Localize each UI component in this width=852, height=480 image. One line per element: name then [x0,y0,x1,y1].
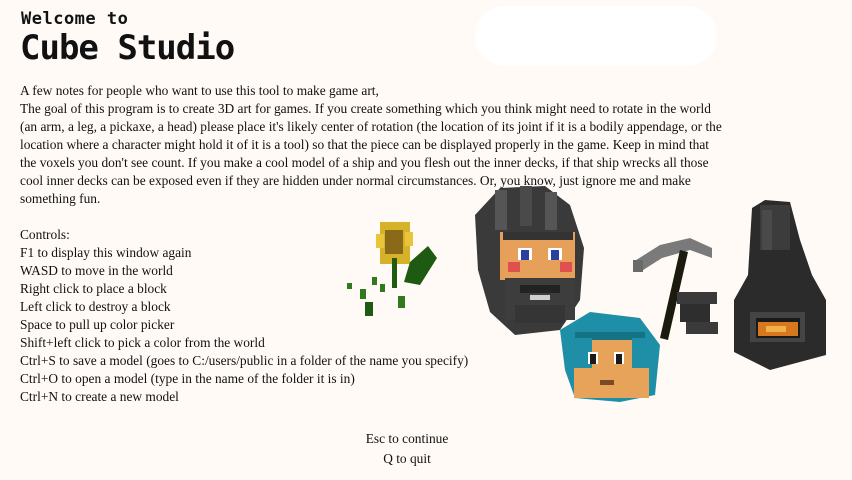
continue-hint: Esc to continue [365,431,449,446]
voxel-pickaxe-icon [633,238,718,340]
voxel-teal-hair-head-icon [560,312,660,402]
voxel-art-showcase [347,186,826,402]
voxel-bearded-head-icon [475,186,584,335]
voxel-sunflower-icon [347,222,437,316]
quit-hint: Q to quit [383,451,431,466]
voxel-furnace-icon [734,200,826,370]
